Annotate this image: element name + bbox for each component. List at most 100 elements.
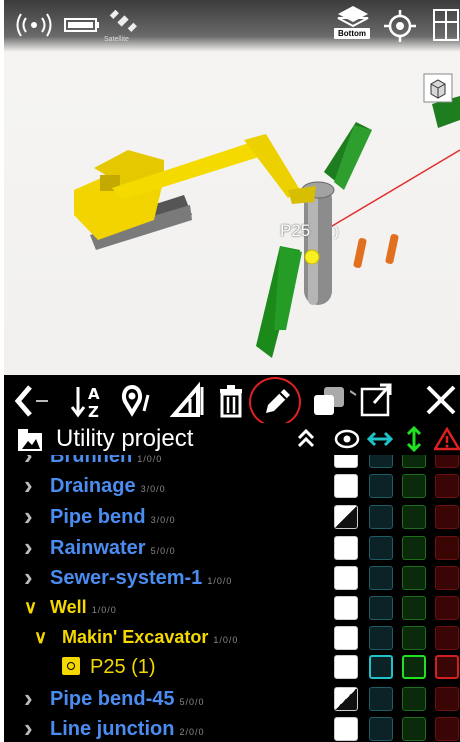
horizontal-arrows-icon[interactable] bbox=[366, 428, 394, 450]
vertical-arrows-icon[interactable] bbox=[404, 426, 424, 452]
tree-row[interactable]: › Pipe bend 3/0/0 bbox=[4, 501, 460, 533]
back-arrow-icon[interactable] bbox=[12, 381, 52, 421]
visibility-toggle[interactable] bbox=[334, 655, 358, 679]
tree-row-label: Brunnen 1/0/0 bbox=[50, 455, 162, 468]
tree-row-name: Pipe bend bbox=[50, 506, 146, 528]
tree-row[interactable]: › Line junction 2/0/0 bbox=[4, 713, 460, 742]
chevron-right-icon[interactable]: › bbox=[24, 562, 33, 593]
tree-row[interactable]: › Brunnen 1/0/0 bbox=[4, 455, 460, 472]
chevron-right-icon[interactable]: › bbox=[24, 683, 33, 714]
visibility-icon[interactable] bbox=[334, 428, 360, 450]
view-label[interactable]: Bottom bbox=[334, 28, 370, 39]
scene-graphics bbox=[74, 73, 460, 358]
chevron-right-icon[interactable]: › bbox=[24, 713, 33, 742]
warning-toggle[interactable] bbox=[435, 717, 459, 741]
horizontal-tolerance-toggle[interactable] bbox=[369, 687, 393, 711]
warning-toggle[interactable] bbox=[435, 655, 459, 679]
tree-row-count: 5/0/0 bbox=[179, 697, 205, 707]
measure-icon[interactable] bbox=[168, 381, 208, 421]
visibility-toggle[interactable] bbox=[334, 455, 358, 468]
vertical-tolerance-toggle[interactable] bbox=[402, 626, 426, 650]
point-label: P25 bbox=[280, 221, 311, 240]
tree-row-count: 5/0/0 bbox=[150, 546, 176, 556]
collapse-all-icon[interactable] bbox=[296, 428, 316, 450]
tree-row-count: 1/0/0 bbox=[213, 635, 239, 645]
sort-az-icon[interactable]: A Z bbox=[70, 381, 106, 421]
tree-row[interactable]: P25 (1) bbox=[4, 652, 460, 683]
chevron-down-icon[interactable]: ∨ bbox=[34, 627, 47, 648]
chevron-right-icon[interactable]: › bbox=[24, 532, 33, 563]
visibility-toggle[interactable] bbox=[334, 687, 358, 711]
vertical-tolerance-toggle[interactable] bbox=[402, 655, 426, 679]
horizontal-tolerance-toggle[interactable] bbox=[369, 474, 393, 498]
horizontal-tolerance-toggle[interactable] bbox=[369, 566, 393, 590]
horizontal-tolerance-toggle[interactable] bbox=[369, 505, 393, 529]
warning-toggle[interactable] bbox=[435, 596, 459, 620]
layer-tree: › Brunnen 1/0/0 › Drainage 3/0/0 › Pipe bend 3/0… bbox=[4, 455, 460, 742]
layers-icon[interactable] bbox=[310, 381, 350, 421]
tree-row[interactable]: › Rainwater 5/0/0 bbox=[4, 532, 460, 564]
horizontal-tolerance-toggle[interactable] bbox=[369, 626, 393, 650]
tree-row-label: Makin' Excavator 1/0/0 bbox=[62, 627, 238, 648]
visibility-toggle[interactable] bbox=[334, 536, 358, 560]
tree-row[interactable]: › Sewer-system-1 1/0/0 bbox=[4, 562, 460, 594]
tree-row-label: Line junction 2/0/0 bbox=[50, 718, 204, 741]
svg-text:A: A bbox=[88, 385, 100, 403]
vertical-tolerance-toggle[interactable] bbox=[402, 596, 426, 620]
tree-row[interactable]: ∨ Makin' Excavator 1/0/0 bbox=[4, 623, 460, 654]
visibility-toggle[interactable] bbox=[334, 596, 358, 620]
tree-row-count: 2/0/0 bbox=[179, 727, 205, 737]
horizontal-tolerance-toggle[interactable] bbox=[369, 596, 393, 620]
add-point-icon[interactable] bbox=[116, 381, 156, 421]
tree-row[interactable]: › Pipe bend-45 5/0/0 bbox=[4, 683, 460, 715]
project-folder-icon[interactable] bbox=[16, 425, 46, 453]
horizontal-tolerance-toggle[interactable] bbox=[369, 717, 393, 741]
tree-row[interactable]: › Drainage 3/0/0 bbox=[4, 470, 460, 502]
warning-toggle[interactable] bbox=[435, 474, 459, 498]
vertical-tolerance-toggle[interactable] bbox=[402, 536, 426, 560]
visibility-toggle[interactable] bbox=[334, 566, 358, 590]
tree-row-label: Pipe bend 3/0/0 bbox=[50, 506, 176, 529]
horizontal-tolerance-toggle[interactable] bbox=[369, 536, 393, 560]
tree-row-count: 1/0/0 bbox=[91, 605, 117, 615]
vertical-tolerance-toggle[interactable] bbox=[402, 505, 426, 529]
3d-viewport[interactable]: Satellite Bottom P25 ) bbox=[4, 0, 460, 375]
horizontal-tolerance-toggle[interactable] bbox=[369, 655, 393, 679]
tree-row-count: 3/0/0 bbox=[140, 484, 166, 494]
chevron-right-icon[interactable]: › bbox=[24, 455, 33, 471]
vertical-tolerance-toggle[interactable] bbox=[402, 687, 426, 711]
vertical-tolerance-toggle[interactable] bbox=[402, 455, 426, 468]
delete-icon[interactable] bbox=[214, 381, 250, 421]
export-icon[interactable] bbox=[350, 381, 394, 421]
vertical-tolerance-toggle[interactable] bbox=[402, 566, 426, 590]
signal-icon[interactable] bbox=[14, 10, 54, 40]
layout-icon[interactable] bbox=[432, 8, 460, 44]
warning-toggle[interactable] bbox=[435, 687, 459, 711]
warning-toggle[interactable] bbox=[435, 566, 459, 590]
tree-row-label: Drainage 3/0/0 bbox=[50, 475, 166, 498]
close-icon[interactable] bbox=[422, 381, 460, 421]
chevron-right-icon[interactable]: › bbox=[24, 501, 33, 532]
vertical-tolerance-toggle[interactable] bbox=[402, 717, 426, 741]
locate-icon[interactable] bbox=[384, 10, 416, 42]
warning-icon[interactable] bbox=[434, 427, 460, 451]
battery-icon bbox=[64, 18, 99, 32]
warning-toggle[interactable] bbox=[435, 505, 459, 529]
vertical-tolerance-toggle[interactable] bbox=[402, 474, 426, 498]
warning-toggle[interactable] bbox=[435, 455, 459, 468]
tree-row-name: Makin' Excavator bbox=[62, 627, 209, 647]
warning-toggle[interactable] bbox=[435, 626, 459, 650]
tree-row-label: Rainwater 5/0/0 bbox=[50, 537, 176, 560]
visibility-toggle[interactable] bbox=[334, 626, 358, 650]
svg-text:Z: Z bbox=[88, 403, 99, 421]
visibility-toggle[interactable] bbox=[334, 717, 358, 741]
warning-toggle[interactable] bbox=[435, 536, 459, 560]
chevron-down-icon[interactable]: ∨ bbox=[24, 597, 37, 618]
visibility-toggle[interactable] bbox=[334, 474, 358, 498]
tree-row[interactable]: ∨ Well 1/0/0 bbox=[4, 593, 460, 624]
horizontal-tolerance-toggle[interactable] bbox=[369, 455, 393, 468]
tree-row-label: Pipe bend-45 5/0/0 bbox=[50, 688, 205, 711]
visibility-toggle[interactable] bbox=[334, 505, 358, 529]
point-marker-dot bbox=[67, 662, 75, 670]
chevron-right-icon[interactable]: › bbox=[24, 470, 33, 501]
